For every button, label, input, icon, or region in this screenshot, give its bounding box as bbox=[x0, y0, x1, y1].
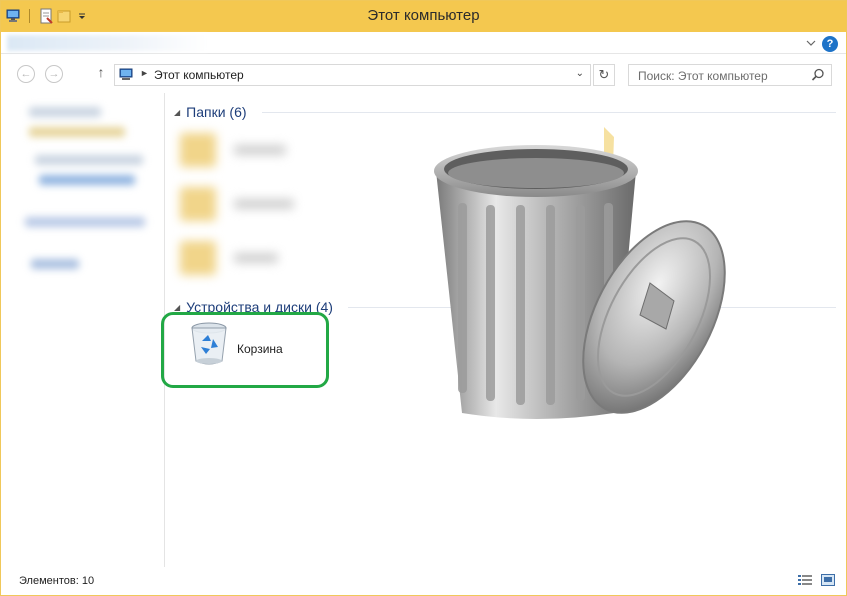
trash-can-illustration bbox=[434, 127, 726, 419]
ribbon-expand-icon[interactable] bbox=[806, 37, 816, 47]
recycle-bin-item[interactable]: Корзина bbox=[189, 321, 309, 365]
arrow-left-icon[interactable]: ← bbox=[17, 65, 35, 83]
ribbon: ? bbox=[1, 32, 846, 54]
details-view-icon[interactable] bbox=[798, 574, 812, 586]
ribbon-tabs[interactable] bbox=[7, 35, 207, 51]
group-header-folders[interactable]: ◢ Папки (6) bbox=[174, 104, 247, 120]
collapse-icon[interactable]: ◢ bbox=[174, 108, 180, 117]
address-bar[interactable]: ► Этот компьютер ⌄ bbox=[114, 64, 591, 86]
explorer-window: Этот компьютер ? ← → ↑ ► Этот компьютер … bbox=[0, 0, 847, 596]
status-bar: Элементов: 10 bbox=[1, 567, 846, 595]
navigation-pane bbox=[1, 93, 165, 567]
computer-icon bbox=[119, 68, 135, 82]
arrow-right-icon[interactable]: → bbox=[45, 65, 63, 83]
content-pane: ◢ Папки (6) ◢ Устройства и диски (4) Кор… bbox=[161, 93, 846, 567]
folders-list[interactable] bbox=[180, 127, 310, 287]
address-path[interactable]: Этот компьютер bbox=[154, 68, 244, 82]
collapse-icon[interactable]: ◢ bbox=[174, 303, 180, 312]
title-bar: Этот компьютер bbox=[1, 1, 846, 32]
breadcrumb-separator-icon[interactable]: ► bbox=[140, 68, 149, 78]
window-title: Этот компьютер bbox=[367, 7, 480, 24]
arrow-up-icon[interactable]: ↑ bbox=[93, 64, 109, 82]
search-input[interactable]: Поиск: Этот компьютер bbox=[628, 64, 832, 86]
recycle-bin-label: Корзина bbox=[237, 342, 283, 356]
search-placeholder: Поиск: Этот компьютер bbox=[638, 69, 768, 83]
recycle-bin-icon bbox=[191, 322, 227, 365]
search-icon[interactable] bbox=[811, 68, 825, 82]
refresh-icon[interactable]: ↻ bbox=[593, 64, 615, 86]
navigation-pane-items[interactable] bbox=[5, 99, 161, 287]
group-divider bbox=[262, 112, 836, 113]
item-count: Элементов: 10 bbox=[19, 575, 95, 587]
navigation-bar: ← → ↑ ► Этот компьютер ⌄ ↻ Поиск: Этот к… bbox=[1, 55, 846, 93]
large-icons-view-icon[interactable] bbox=[821, 574, 835, 586]
help-icon[interactable]: ? bbox=[822, 36, 838, 52]
chevron-down-icon[interactable]: ⌄ bbox=[576, 68, 584, 79]
